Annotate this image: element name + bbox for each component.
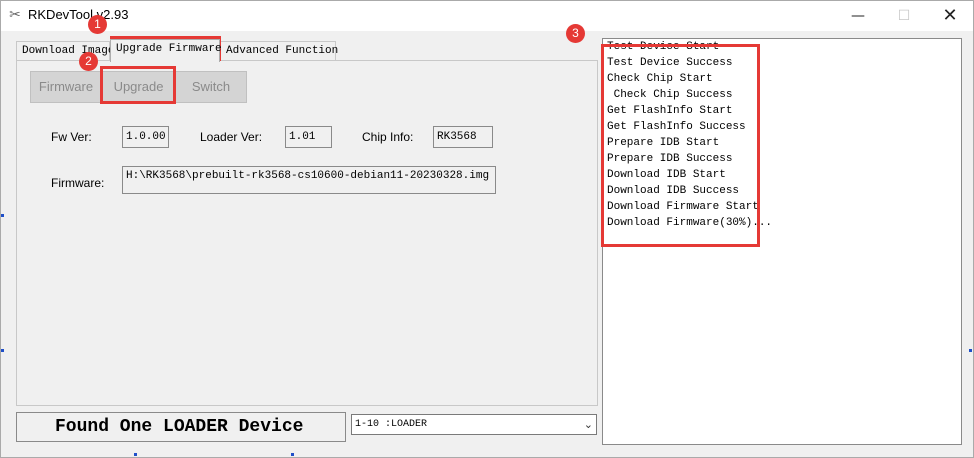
switch-button[interactable]: Switch xyxy=(175,71,247,103)
tab-advanced-function[interactable]: Advanced Function xyxy=(220,41,338,61)
firmware-button[interactable]: Firmware xyxy=(30,71,102,103)
edge-marker xyxy=(291,453,294,456)
chip-info-label: Chip Info: xyxy=(362,130,414,144)
maximize-button[interactable]: ☐ xyxy=(881,1,927,31)
edge-marker xyxy=(134,453,137,456)
tools-icon: ✂ xyxy=(9,7,21,23)
callout-highlight-log xyxy=(601,44,760,247)
device-select-value: 1-10 :LOADER xyxy=(355,419,428,430)
callout-highlight-upgrade-button xyxy=(100,66,176,104)
firmware-path-field[interactable]: H:\RK3568\prebuilt-rk3568-cs10600-debian… xyxy=(122,166,496,194)
upgrade-firmware-panel xyxy=(16,60,598,406)
title-bar: ✂ RKDevTool v2.93 — ☐ ✕ xyxy=(1,1,973,31)
chevron-down-icon[interactable]: ⌄ xyxy=(584,415,593,434)
edge-marker xyxy=(969,349,972,352)
firmware-label: Firmware: xyxy=(51,176,105,190)
edge-marker xyxy=(1,214,4,217)
minimize-button[interactable]: — xyxy=(835,1,881,31)
callout-badge-2: 2 xyxy=(79,52,98,71)
loader-ver-label: Loader Ver: xyxy=(200,130,263,144)
tab-upgrade-firmware[interactable]: Upgrade Firmware xyxy=(110,39,222,62)
callout-badge-1: 1 xyxy=(88,15,107,34)
callout-badge-3: 3 xyxy=(566,24,585,43)
chip-info-field: RK3568 xyxy=(433,126,493,148)
window-title: RKDevTool v2.93 xyxy=(28,7,129,22)
loader-ver-field: 1.01 xyxy=(285,126,332,148)
status-display: Found One LOADER Device xyxy=(16,412,346,442)
fw-ver-field: 1.0.00 xyxy=(122,126,169,148)
device-select[interactable]: 1-10 :LOADER ⌄ xyxy=(351,414,597,435)
fw-ver-label: Fw Ver: xyxy=(51,130,92,144)
edge-marker xyxy=(1,349,4,352)
close-button[interactable]: ✕ xyxy=(927,1,973,31)
app-window: ✂ RKDevTool v2.93 — ☐ ✕ Download Image U… xyxy=(0,0,974,458)
